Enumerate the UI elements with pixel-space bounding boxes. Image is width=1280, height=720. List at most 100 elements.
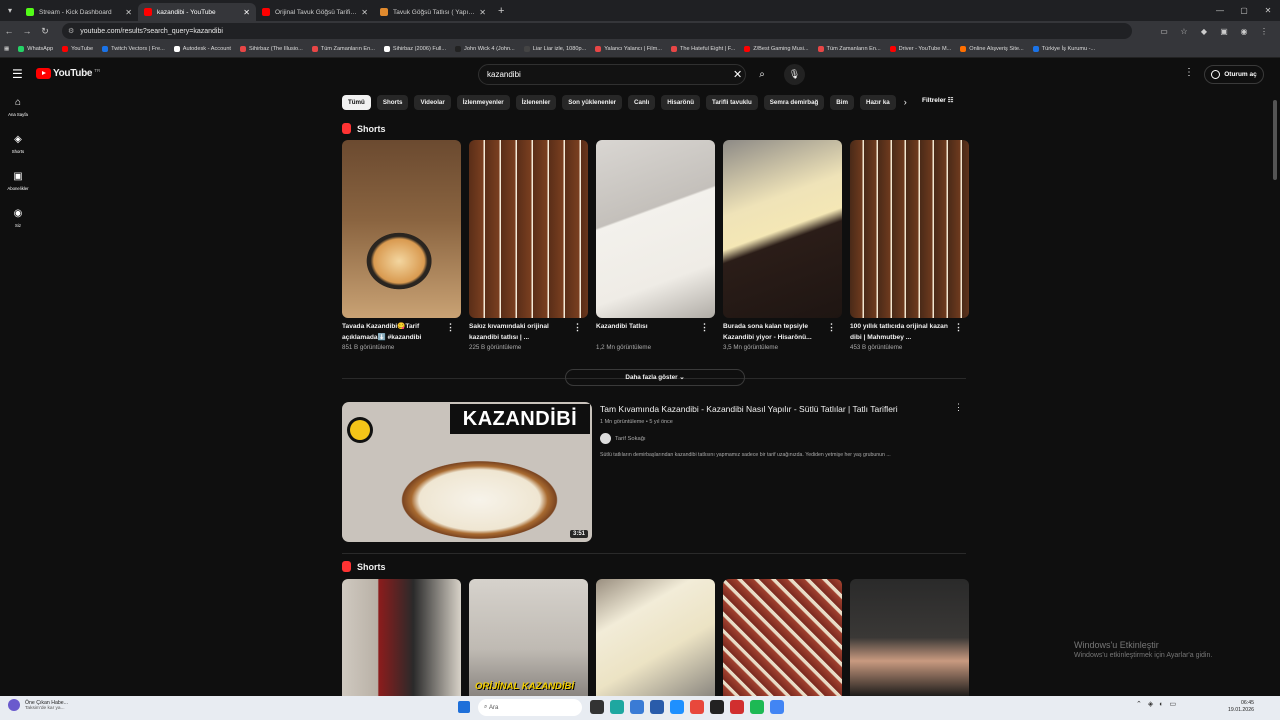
sidebar-item-home[interactable]: ⌂ Ana Sayfa: [0, 90, 36, 127]
video-title[interactable]: Tam Kıvamında Kazandibi - Kazandibi Nası…: [600, 404, 950, 415]
sign-in-button[interactable]: Oturum aç: [1204, 65, 1264, 84]
short-thumbnail[interactable]: [342, 140, 461, 318]
short-title[interactable]: Kazandibi Tatlısı ⋮: [596, 322, 715, 343]
taskbar-search[interactable]: ⌕ Ara: [478, 699, 582, 716]
filter-chip[interactable]: Hazır ka: [860, 94, 896, 110]
short-title[interactable]: Tavada Kazandibi😋Tarif açıklamada⬇️ #kaz…: [342, 322, 461, 343]
hamburger-menu-icon[interactable]: ☰: [12, 67, 23, 81]
bookmark-item[interactable]: Z/Best Gaming Musi...: [744, 46, 809, 52]
browser-tab[interactable]: Orijinal Tavuk Göğsü Tarifi 💖 ... ✕: [256, 3, 374, 21]
browser-tab[interactable]: Stream - Kick Dashboard ✕: [20, 3, 138, 21]
short-card[interactable]: ORİJİNAL KAZANDİBİ: [469, 579, 588, 696]
video-thumbnail[interactable]: KAZANDİBİ 3:51: [342, 402, 592, 542]
short-thumbnail[interactable]: ORİJİNAL KAZANDİBİ: [469, 579, 588, 696]
bookmark-item[interactable]: Online Alışveriş Site...: [960, 46, 1024, 52]
filter-chip[interactable]: Hisarönü: [661, 94, 701, 110]
app-icon[interactable]: [710, 700, 724, 714]
short-thumbnail[interactable]: [596, 579, 715, 696]
url-field[interactable]: ⚙ youtube.com/results?search_query=kazan…: [62, 23, 1132, 39]
clear-search-icon[interactable]: ✕: [733, 68, 742, 81]
network-icon[interactable]: ◈: [1148, 700, 1153, 708]
star-icon[interactable]: ☆: [1174, 27, 1194, 36]
puzzle-icon[interactable]: ▣: [1214, 27, 1234, 36]
bookmark-item[interactable]: Tüm Zamanların En...: [311, 46, 375, 52]
short-thumbnail[interactable]: [469, 140, 588, 318]
page-scrollbar[interactable]: [1273, 100, 1277, 180]
close-icon[interactable]: ✕: [243, 8, 250, 17]
filter-chip[interactable]: Bim: [830, 94, 854, 110]
filter-chip[interactable]: Tarifli tavuklu: [706, 94, 758, 110]
bookmark-item[interactable]: Türkiye İş Kurumu -...: [1032, 46, 1095, 52]
more-options-icon[interactable]: ⋮: [573, 322, 582, 333]
filter-chip[interactable]: Shorts: [376, 94, 409, 110]
new-tab-button[interactable]: +: [498, 5, 504, 17]
store-icon[interactable]: [650, 700, 664, 714]
battery-icon[interactable]: ▭: [1170, 700, 1177, 708]
short-thumbnail[interactable]: [723, 579, 842, 696]
short-title[interactable]: 100 yıllık tatlıcıda orijinal kazan dibi…: [850, 322, 969, 343]
app-icon[interactable]: [730, 700, 744, 714]
short-card[interactable]: [723, 579, 842, 696]
sidebar-item-shorts[interactable]: ◈ Shorts: [0, 127, 36, 164]
voice-search-button[interactable]: 🎙: [784, 64, 805, 85]
mail-icon[interactable]: [670, 700, 684, 714]
bookmark-item[interactable]: Yalancı Yalancı | Film...: [595, 46, 662, 52]
filter-chip[interactable]: Semra demirbağ: [763, 94, 825, 110]
filter-chip[interactable]: Son yüklenenler: [562, 94, 623, 110]
short-card[interactable]: Kazandibi Tatlısı ⋮ 1,2 Mn görüntüleme: [596, 140, 715, 351]
maximize-icon[interactable]: ▢: [1232, 6, 1256, 15]
channel-link[interactable]: Tarif Sokağı: [600, 433, 950, 444]
minimize-icon[interactable]: —: [1208, 6, 1232, 15]
bookmark-item[interactable]: Driver - YouTube M...: [889, 46, 951, 52]
sidebar-item-you[interactable]: ◉ Siz: [0, 201, 36, 238]
menu-icon[interactable]: ⋮: [1254, 27, 1274, 36]
chevron-up-icon[interactable]: ⌃: [1136, 700, 1142, 708]
youtube-logo[interactable]: YouTube TR: [36, 68, 100, 79]
filter-chip[interactable]: Videolar: [414, 94, 451, 110]
short-title[interactable]: Sakız kıvamındaki orijinal kazandibi tat…: [469, 322, 588, 343]
short-thumbnail[interactable]: [723, 140, 842, 318]
browser-tab-active[interactable]: kazandibi - YouTube ✕: [138, 3, 256, 21]
more-options-icon[interactable]: ⋮: [446, 322, 455, 333]
cast-icon[interactable]: ▭: [1154, 27, 1174, 36]
bookmark-item[interactable]: YouTube: [62, 46, 93, 52]
spotify-icon[interactable]: [750, 700, 764, 714]
file-explorer-icon[interactable]: [590, 700, 604, 714]
filter-chip[interactable]: Tümü: [342, 94, 371, 110]
back-icon[interactable]: ←: [0, 26, 18, 36]
short-card[interactable]: 100 yıllık tatlıcıda orijinal kazan dibi…: [850, 140, 969, 351]
photos-icon[interactable]: [630, 700, 644, 714]
short-card[interactable]: [850, 579, 969, 696]
close-window-icon[interactable]: ✕: [1256, 6, 1280, 15]
close-icon[interactable]: ✕: [361, 8, 368, 17]
show-more-button[interactable]: Daha fazla göster ⌄: [565, 369, 745, 386]
extension-icon[interactable]: ◆: [1194, 27, 1214, 36]
bookmark-item[interactable]: Tüm Zamanların En...: [817, 46, 881, 52]
bookmark-item[interactable]: WhatsApp: [18, 46, 53, 52]
browser-tab[interactable]: Tavuk Göğsü Tatlısı ( Yapımı Aşa... ✕: [374, 3, 492, 21]
bookmark-item[interactable]: John Wick 4 (John...: [455, 46, 515, 52]
search-input[interactable]: kazandibi ✕: [478, 64, 746, 85]
bookmark-item[interactable]: Liar Liar izle, 1080p...: [523, 46, 586, 52]
more-options-icon[interactable]: ⋮: [954, 402, 963, 413]
search-button[interactable]: ⌕: [752, 64, 772, 85]
chevron-right-icon[interactable]: ›: [904, 97, 907, 107]
profile-icon[interactable]: ◉: [1234, 27, 1254, 36]
sidebar-item-subscriptions[interactable]: ▣ Abonelikler: [0, 164, 36, 201]
chrome-icon[interactable]: [770, 700, 784, 714]
tab-search-icon[interactable]: ▾: [0, 0, 20, 21]
more-options-icon[interactable]: ⋮: [827, 322, 836, 333]
short-thumbnail[interactable]: [342, 579, 461, 696]
short-card[interactable]: [342, 579, 461, 696]
edge-icon[interactable]: [610, 700, 624, 714]
short-thumbnail[interactable]: [596, 140, 715, 318]
short-title[interactable]: Burada sona kalan tepsiyle Kazandibi yiy…: [723, 322, 842, 343]
more-options-icon[interactable]: ⋮: [700, 322, 709, 333]
bookmark-item[interactable]: Sihirbaz (2006) Full...: [383, 46, 446, 52]
forward-icon[interactable]: →: [18, 26, 36, 36]
reload-icon[interactable]: ↻: [36, 26, 54, 37]
filter-chip[interactable]: Canlı: [628, 94, 656, 110]
settings-menu-icon[interactable]: ⋮: [1184, 67, 1194, 78]
short-thumbnail[interactable]: [850, 140, 969, 318]
bookmark-item[interactable]: Twitch Vectors | Fre...: [102, 46, 165, 52]
